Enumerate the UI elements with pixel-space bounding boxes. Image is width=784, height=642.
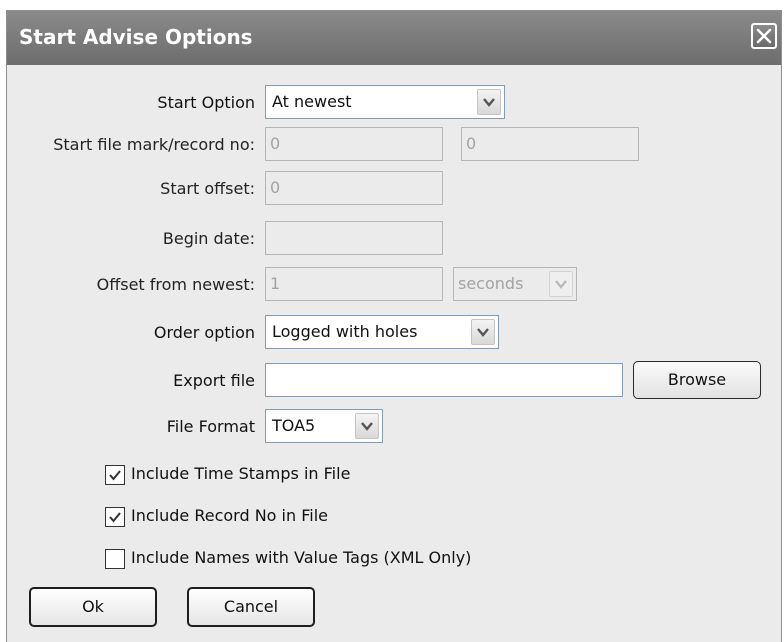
- cancel-button[interactable]: Cancel: [187, 587, 315, 627]
- order-option-label: Order option: [153, 323, 255, 342]
- chevron-down-icon: [477, 328, 489, 337]
- include-time-stamps-label: Include Time Stamps in File: [131, 464, 351, 483]
- offset-from-newest-value: 1: [270, 274, 281, 293]
- close-button[interactable]: [751, 23, 777, 49]
- start-file-mark-input[interactable]: 0: [265, 127, 443, 161]
- dialog-window: Start Advise Options Start Option At new…: [6, 10, 782, 642]
- chevron-down-icon: [483, 98, 495, 107]
- start-option-dropdown[interactable]: At newest: [265, 85, 505, 119]
- offset-from-newest-input[interactable]: 1: [265, 267, 443, 301]
- checkmark-icon: [109, 470, 121, 481]
- begin-date-input[interactable]: [265, 221, 443, 255]
- checkmark-icon: [109, 512, 121, 523]
- export-file-label: Export file: [173, 371, 255, 390]
- offset-unit-value: seconds: [458, 274, 524, 293]
- start-record-no-input[interactable]: 0: [461, 127, 639, 161]
- start-record-no-value: 0: [466, 134, 477, 153]
- include-record-no-checkbox[interactable]: [105, 507, 125, 527]
- include-names-label: Include Names with Value Tags (XML Only): [131, 548, 472, 567]
- dialog-title: Start Advise Options: [19, 25, 253, 49]
- title-bar[interactable]: Start Advise Options: [7, 11, 781, 65]
- file-format-label: File Format: [166, 417, 255, 436]
- include-names-checkbox[interactable]: [105, 549, 125, 569]
- file-format-value: TOA5: [272, 416, 316, 435]
- offset-from-newest-label: Offset from newest:: [96, 275, 255, 294]
- start-offset-label: Start offset:: [160, 179, 255, 198]
- ok-button[interactable]: Ok: [29, 587, 157, 627]
- close-icon: [756, 28, 772, 44]
- start-option-dropdown-button[interactable]: [477, 89, 501, 115]
- order-option-dropdown[interactable]: Logged with holes: [265, 315, 499, 349]
- chevron-down-icon: [361, 422, 373, 431]
- chevron-down-icon: [555, 280, 567, 289]
- start-file-mark-label: Start file mark/record no:: [53, 135, 255, 154]
- offset-unit-dropdown[interactable]: seconds: [453, 267, 577, 301]
- start-option-label: Start Option: [157, 93, 255, 112]
- file-format-dropdown-button[interactable]: [355, 413, 379, 439]
- file-format-dropdown[interactable]: TOA5: [265, 409, 383, 443]
- start-offset-value: 0: [270, 178, 281, 197]
- start-offset-input[interactable]: 0: [265, 171, 443, 205]
- export-file-input[interactable]: [265, 363, 623, 397]
- include-record-no-label: Include Record No in File: [131, 506, 328, 525]
- order-option-value: Logged with holes: [272, 322, 418, 341]
- include-time-stamps-checkbox[interactable]: [105, 465, 125, 485]
- start-file-mark-value: 0: [270, 134, 281, 153]
- start-option-value: At newest: [272, 92, 352, 111]
- begin-date-label: Begin date:: [162, 229, 255, 248]
- order-option-dropdown-button[interactable]: [471, 319, 495, 345]
- browse-button[interactable]: Browse: [633, 361, 761, 399]
- offset-unit-dropdown-button[interactable]: [549, 271, 573, 297]
